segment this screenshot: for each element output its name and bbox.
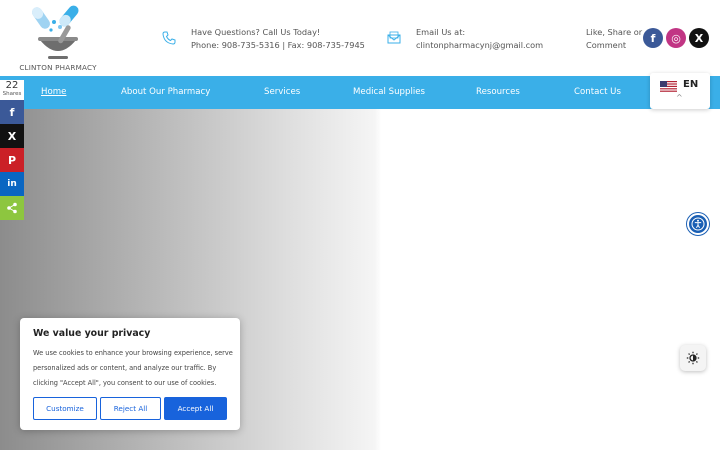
share-facebook-button[interactable]: f (0, 100, 24, 124)
share-icon (7, 202, 17, 214)
site-header: CLINTON PHARMACY Have Questions? Call Us… (0, 0, 720, 76)
accessibility-button[interactable] (687, 213, 709, 235)
nav-home[interactable]: Home (41, 76, 66, 109)
x-icon: X (7, 129, 17, 143)
nav-services[interactable]: Services (264, 76, 300, 109)
cookie-consent-dialog: We value your privacy We use cookies to … (20, 318, 240, 430)
cookie-title: We value your privacy (33, 328, 151, 339)
share-count-number: 22 (5, 80, 19, 91)
theme-toggle-button[interactable] (680, 345, 706, 371)
phone-heading: Have Questions? Call Us Today! (191, 27, 321, 37)
phone-numbers[interactable]: Phone: 908-735-5316 | Fax: 908-735-7945 (191, 39, 365, 52)
nav-about[interactable]: About Our Pharmacy (121, 76, 210, 109)
email-heading: Email Us at: (416, 27, 466, 37)
us-flag-icon (660, 81, 677, 92)
phone-contact: Have Questions? Call Us Today! Phone: 90… (162, 26, 365, 52)
facebook-icon: f (650, 31, 656, 45)
x-link[interactable]: X (689, 28, 709, 48)
email-contact: Email Us at: clintonpharmacynj@gmail.com (387, 26, 543, 52)
share-linkedin-button[interactable]: in (0, 172, 24, 196)
instagram-icon: ◎ (671, 31, 681, 45)
facebook-link[interactable]: f (643, 28, 663, 48)
phone-icon (162, 31, 176, 45)
nav-medical-supplies[interactable]: Medical Supplies (353, 76, 425, 109)
chevron-up-icon: ^ (676, 93, 683, 102)
cookie-body: We use cookies to enhance your browsing … (33, 349, 233, 387)
instagram-link[interactable]: ◎ (666, 28, 686, 48)
accept-all-button[interactable]: Accept All (164, 397, 227, 420)
share-count: 22 Shares (0, 80, 24, 100)
main-nav: Home About Our Pharmacy Services Medical… (0, 76, 720, 109)
facebook-icon: f (9, 105, 15, 119)
share-count-label: Shares (2, 91, 22, 97)
pharmacy-logo-icon (31, 5, 79, 59)
email-icon (387, 31, 401, 44)
reject-all-button[interactable]: Reject All (100, 397, 161, 420)
brand-logo[interactable]: CLINTON PHARMACY (18, 2, 98, 74)
nav-contact[interactable]: Contact Us (574, 76, 621, 109)
share-pinterest-button[interactable]: P (0, 148, 24, 172)
brand-name: CLINTON PHARMACY (19, 63, 97, 72)
email-address[interactable]: clintonpharmacynj@gmail.com (416, 39, 543, 52)
customize-button[interactable]: Customize (33, 397, 97, 420)
x-icon: X (694, 31, 704, 45)
language-selector[interactable]: EN ^ (650, 73, 710, 109)
pinterest-icon: P (7, 153, 17, 167)
language-code: EN (683, 79, 699, 90)
social-text: Like, Share or Comment (586, 27, 643, 50)
share-x-button[interactable]: X (0, 124, 24, 148)
nav-resources[interactable]: Resources (476, 76, 520, 109)
share-more-button[interactable] (0, 196, 24, 220)
accessibility-icon (691, 217, 705, 231)
sun-icon (686, 351, 700, 365)
page: CLINTON PHARMACY Have Questions? Call Us… (0, 0, 720, 450)
linkedin-icon: in (7, 179, 17, 189)
